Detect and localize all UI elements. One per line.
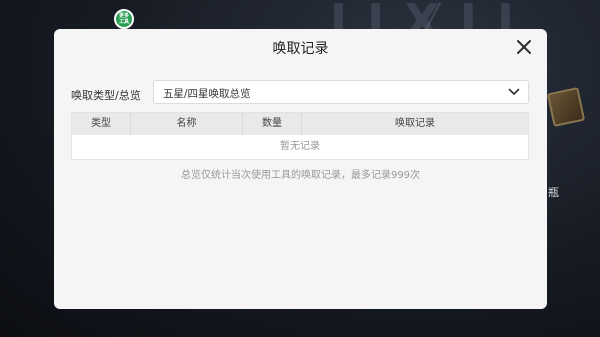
table-empty-message: 暂无记录 (280, 141, 320, 152)
footnote-text: 总览仅统计当次使用工具的唤取记录，最多记录999次 (180, 170, 421, 181)
more-tools-button[interactable]: 更多 工具 (114, 9, 134, 29)
background-item-image (546, 87, 586, 127)
record-table: 类型 名称 数量 唤取记录 暂无记录 (71, 112, 529, 160)
record-type-selected-value: 五星/四星唤取总览 (163, 88, 251, 100)
column-header-type: 类型 (72, 113, 131, 135)
table-header-row: 类型 名称 数量 唤取记录 (72, 113, 528, 135)
more-tools-label-line2: 工具 (118, 19, 129, 25)
column-header-quantity: 数量 (243, 113, 302, 135)
filter-label: 唤取类型/总览 (71, 89, 141, 102)
column-header-name: 名称 (131, 113, 243, 135)
background-side-text: 瓶 (548, 186, 559, 199)
dialog-title: 唤取记录 (272, 41, 329, 57)
chevron-down-icon (508, 88, 520, 95)
close-button[interactable] (516, 39, 532, 55)
column-header-record: 唤取记录 (395, 118, 435, 129)
record-dialog: 唤取记录 唤取类型/总览 五星/四星唤取总览 类型 名称 数量 唤取记录 暂无记… (54, 29, 547, 309)
record-type-select[interactable]: 五星/四星唤取总览 (153, 80, 529, 104)
close-x-icon (517, 40, 531, 54)
